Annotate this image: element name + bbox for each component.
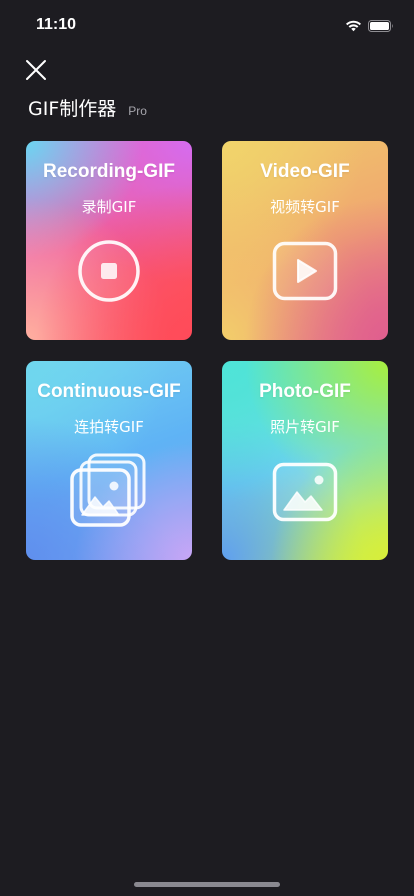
- status-time: 11:10: [36, 16, 77, 33]
- video-play-icon: [272, 241, 338, 305]
- home-indicator[interactable]: [134, 882, 280, 887]
- close-icon: [22, 60, 50, 88]
- recording-gif-card[interactable]: Recording-GIF 录制GIF: [26, 141, 192, 340]
- stacked-photos-icon: [69, 453, 149, 533]
- video-gif-card[interactable]: Video-GIF 视频转GIF: [222, 141, 388, 340]
- card-subtitle: 录制GIF: [81, 198, 137, 216]
- status-bar: 11:10: [0, 0, 414, 44]
- card-title: Continuous-GIF: [37, 381, 181, 402]
- battery-icon: [368, 17, 394, 36]
- card-title: Video-GIF: [260, 161, 350, 182]
- wifi-icon: [345, 17, 362, 36]
- photo-icon: [272, 462, 338, 526]
- continuous-gif-card[interactable]: Continuous-GIF 连拍转GIF: [26, 361, 192, 560]
- pro-badge: Pro: [128, 104, 147, 118]
- card-title: Photo-GIF: [259, 381, 351, 402]
- card-subtitle: 照片转GIF: [270, 418, 340, 436]
- header: GIF制作器 Pro: [28, 94, 147, 121]
- page-title: GIF制作器: [28, 98, 117, 120]
- card-title: Recording-GIF: [43, 161, 175, 182]
- status-icons: [345, 17, 394, 36]
- photo-gif-card[interactable]: Photo-GIF 照片转GIF: [222, 361, 388, 560]
- card-subtitle: 视频转GIF: [270, 198, 340, 216]
- record-stop-icon: [77, 239, 141, 307]
- card-subtitle: 连拍转GIF: [74, 418, 144, 436]
- close-button[interactable]: [22, 56, 50, 84]
